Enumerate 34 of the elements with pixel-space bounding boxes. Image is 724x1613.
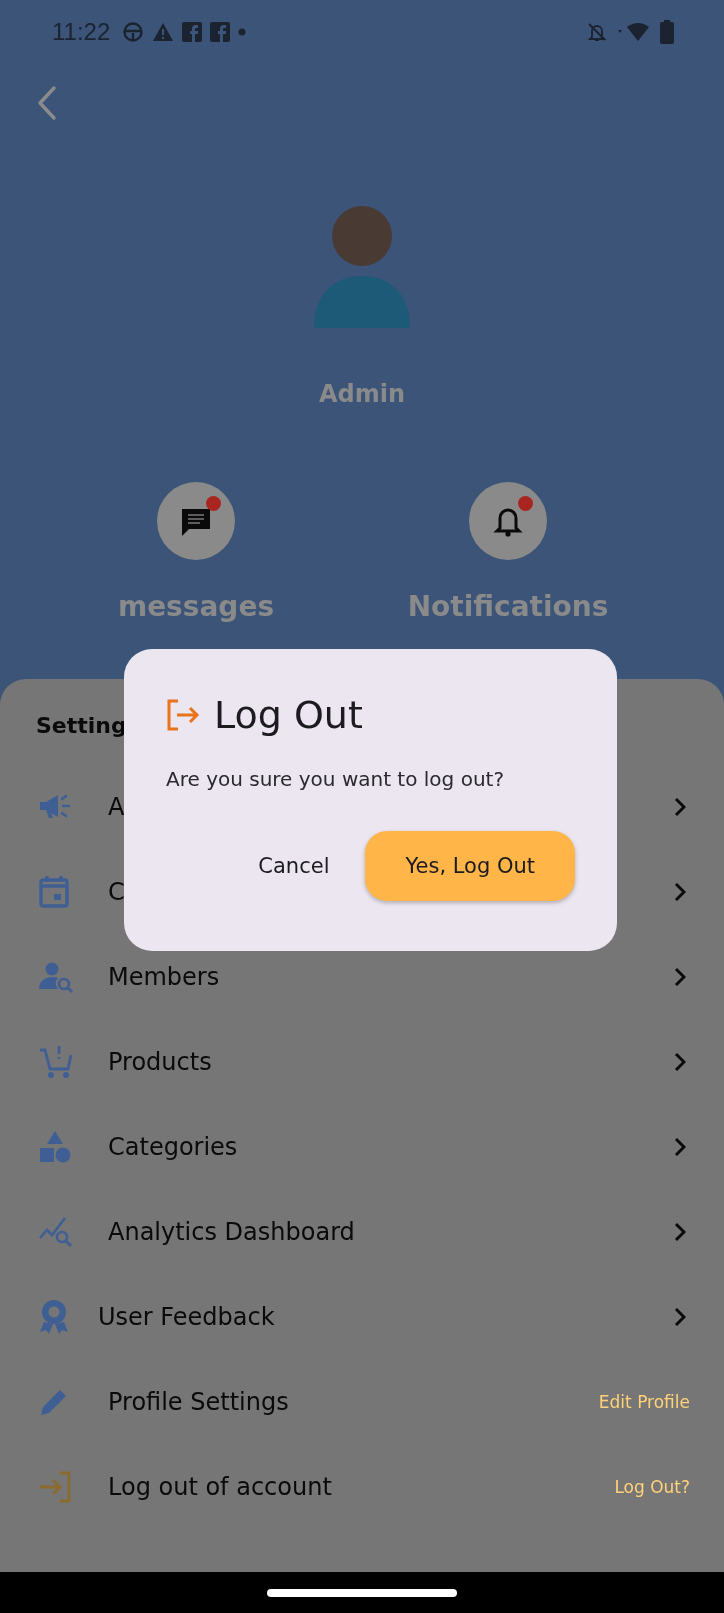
settings-item[interactable]: Members <box>108 962 674 991</box>
action-label: messages <box>117 590 275 623</box>
row-link[interactable]: Log Out? <box>614 1476 690 1497</box>
battery-icon <box>660 20 674 44</box>
dialog-title: Log Out <box>214 693 363 737</box>
award-icon <box>38 1297 70 1336</box>
muted-bell-icon <box>586 21 608 43</box>
warning-icon <box>152 22 175 42</box>
settings-item[interactable]: Log out of account <box>108 1472 615 1501</box>
profile-name: Admin <box>318 380 406 408</box>
facebook-icon <box>182 22 203 42</box>
dialog-message: Are you sure you want to log out? <box>166 767 506 791</box>
settings-item[interactable]: Products <box>108 1047 674 1076</box>
settings-item[interactable]: Analytics Dashboard <box>108 1217 674 1246</box>
calendar-icon <box>38 874 70 909</box>
analytics-icon <box>38 1215 74 1248</box>
settings-item[interactable]: Profile Settings <box>108 1387 599 1416</box>
cart-icon <box>38 1043 74 1080</box>
settings-item[interactable]: User Feedback <box>98 1302 674 1331</box>
action-label: Notifications <box>407 590 609 623</box>
cancel-button[interactable]: Cancel <box>236 834 352 898</box>
section-title: Setting <box>36 713 127 738</box>
home-indicator[interactable] <box>267 1588 457 1597</box>
steering-wheel-icon <box>122 21 145 43</box>
person-search-icon <box>38 960 74 993</box>
logout-icon <box>166 698 200 732</box>
settings-item[interactable]: Categories <box>108 1132 674 1161</box>
row-link[interactable]: Edit Profile <box>598 1391 690 1412</box>
shapes-icon <box>38 1129 72 1164</box>
facebook-icon <box>210 22 231 42</box>
dot-icon <box>238 28 247 36</box>
confirm-button[interactable]: Yes, Log Out <box>365 831 575 901</box>
status-time: 11:22 <box>52 18 111 46</box>
wifi-icon <box>616 21 652 43</box>
